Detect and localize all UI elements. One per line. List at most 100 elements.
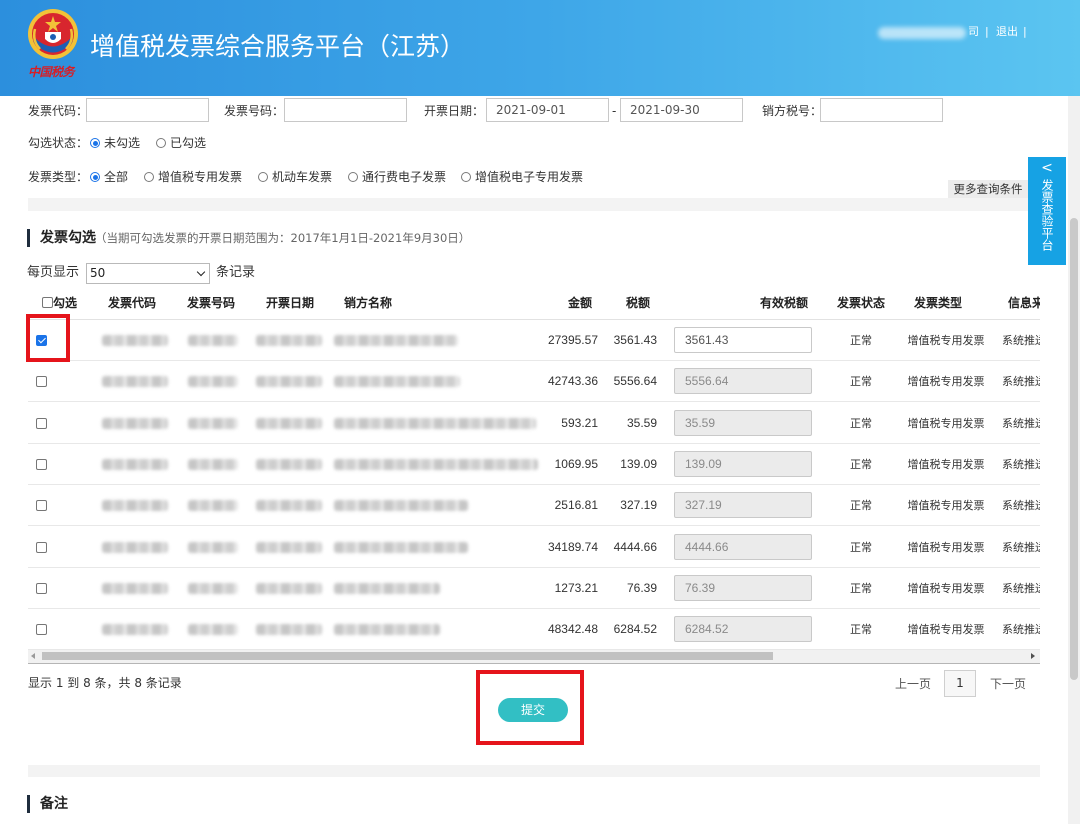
row-checkbox[interactable] — [36, 542, 47, 553]
seller-name-redacted — [334, 376, 460, 387]
check-status-option-unchecked[interactable]: 未勾选 — [90, 136, 140, 150]
invoice-type-option-vat-special[interactable]: 增值税专用发票 — [144, 170, 242, 184]
date-range-separator: - — [612, 104, 617, 118]
invoice-type-cell: 增值税专用发票 — [907, 541, 985, 554]
tax-cell: 76.39 — [626, 581, 657, 595]
more-conditions-button[interactable]: 更多查询条件 — [948, 180, 1028, 198]
horizontal-scrollbar[interactable] — [28, 650, 1040, 664]
radio-button[interactable] — [258, 172, 268, 182]
tax-cell: 3561.43 — [613, 333, 657, 347]
scroll-right-arrow-icon[interactable] — [1031, 653, 1035, 659]
invoice-date-redacted — [256, 500, 322, 511]
page-size-prefix: 每页显示 — [27, 265, 80, 280]
scrollbar-thumb[interactable] — [1070, 218, 1078, 680]
seller-name-redacted — [334, 542, 468, 553]
status-cell: 正常 — [850, 623, 872, 636]
effective-tax-input — [674, 575, 812, 601]
invoice-verification-tab[interactable]: < 发票查验平台 — [1028, 157, 1066, 265]
invoice-code-redacted — [102, 335, 168, 346]
row-checkbox[interactable] — [36, 418, 47, 429]
column-header-invoice-code: 发票代码 — [107, 296, 156, 310]
invoice-number-redacted — [188, 459, 238, 470]
invoice-date-redacted — [256, 459, 322, 470]
row-checkbox[interactable] — [36, 500, 47, 511]
select-all-checkbox[interactable] — [42, 297, 53, 308]
company-name-suffix: 司 — [968, 25, 979, 38]
effective-tax-input[interactable] — [674, 327, 812, 353]
logout-link[interactable]: 退出 — [996, 25, 1018, 39]
current-page-button[interactable]: 1 — [944, 670, 976, 697]
date-to-input[interactable] — [620, 98, 743, 122]
next-page-button[interactable]: 下一页 — [990, 677, 1026, 691]
seller-name-redacted — [334, 335, 458, 346]
section-divider — [28, 198, 1040, 211]
header-separator: | — [985, 25, 989, 38]
invoice-table: 勾选 发票代码 发票号码 开票日期 销方名称 金额 税额 有效税额 发票状态 发… — [28, 290, 1040, 650]
table-row: 2516.81 327.19 正常 增值税专用发票 系统推送 — [28, 485, 1040, 526]
column-header-select: 勾选 — [53, 296, 78, 310]
invoice-type-option-vehicle[interactable]: 机动车发票 — [258, 170, 332, 184]
radio-button[interactable] — [348, 172, 358, 182]
invoice-type-cell: 增值税专用发票 — [907, 417, 985, 430]
record-summary: 显示 1 到 8 条，共 8 条记录 — [28, 676, 182, 690]
status-cell: 正常 — [850, 458, 872, 471]
table-row: 593.21 35.59 正常 增值税专用发票 系统推送 — [28, 403, 1040, 444]
scrollbar-thumb[interactable] — [42, 652, 773, 660]
section-title: 发票勾选 — [40, 230, 96, 246]
date-from-input[interactable] — [486, 98, 609, 122]
effective-tax-input — [674, 534, 812, 560]
effective-tax-input — [674, 616, 812, 642]
invoice-type-cell: 增值税专用发票 — [907, 375, 985, 388]
invoice-type-option-all[interactable]: 全部 — [90, 170, 128, 184]
invoice-code-input[interactable] — [86, 98, 209, 122]
radio-button[interactable] — [90, 172, 100, 182]
section-marker — [27, 229, 30, 247]
page-size-suffix: 条记录 — [216, 265, 256, 280]
invoice-type-option-vat-e-special[interactable]: 增值税电子专用发票 — [461, 170, 583, 184]
row-checkbox[interactable] — [36, 624, 47, 635]
chevron-left-icon: < — [1041, 160, 1053, 176]
tax-cell: 327.19 — [620, 498, 657, 512]
radio-button[interactable] — [144, 172, 154, 182]
column-header-invoice-type: 发票类型 — [913, 296, 962, 310]
column-header-invoice-number: 发票号码 — [186, 296, 235, 310]
remarks-title: 备注 — [40, 796, 68, 812]
radio-button[interactable] — [156, 138, 166, 148]
page-size-select[interactable]: 50 — [86, 263, 210, 284]
radio-button[interactable] — [461, 172, 471, 182]
table-header: 勾选 发票代码 发票号码 开票日期 销方名称 金额 税额 有效税额 发票状态 发… — [28, 290, 1040, 320]
check-status-option-checked[interactable]: 已勾选 — [156, 136, 206, 150]
option-label: 增值税电子专用发票 — [475, 170, 584, 184]
status-cell: 正常 — [850, 582, 872, 595]
invoice-code-redacted — [102, 500, 168, 511]
invoice-type-cell: 增值税专用发票 — [907, 623, 985, 636]
row-checkbox[interactable] — [36, 376, 47, 387]
invoice-type-cell: 增值税专用发票 — [907, 458, 985, 471]
radio-button[interactable] — [90, 138, 100, 148]
seller-name-redacted — [334, 583, 440, 594]
column-header-seller-name: 销方名称 — [344, 296, 393, 310]
company-name-redacted — [878, 27, 966, 39]
column-header-amount: 金额 — [567, 296, 592, 310]
status-cell: 正常 — [850, 334, 872, 347]
amount-cell: 27395.57 — [547, 333, 598, 347]
scroll-left-arrow-icon[interactable] — [31, 653, 35, 659]
invoice-type-option-toll[interactable]: 通行费电子发票 — [348, 170, 446, 184]
prev-page-button[interactable]: 上一页 — [895, 677, 931, 691]
invoice-number-input[interactable] — [284, 98, 407, 122]
table-row: 48342.48 6284.52 正常 增值税专用发票 系统推送 — [28, 609, 1040, 650]
invoice-number-label: 发票号码： — [224, 104, 285, 118]
row-checkbox[interactable] — [36, 583, 47, 594]
option-label: 增值税专用发票 — [158, 170, 243, 184]
seller-tax-id-input[interactable] — [820, 98, 943, 122]
tax-cell: 6284.52 — [613, 622, 657, 636]
effective-tax-input — [674, 410, 812, 436]
invoice-date-redacted — [256, 542, 322, 553]
invoice-number-redacted — [188, 624, 238, 635]
vertical-scrollbar[interactable] — [1068, 96, 1080, 824]
invoice-number-redacted — [188, 500, 238, 511]
option-label: 全部 — [104, 170, 129, 184]
row-checkbox[interactable] — [36, 459, 47, 470]
logo-text: 中国税务 — [28, 65, 75, 79]
table-row: 42743.36 5556.64 正常 增值税专用发票 系统推送 — [28, 361, 1040, 402]
